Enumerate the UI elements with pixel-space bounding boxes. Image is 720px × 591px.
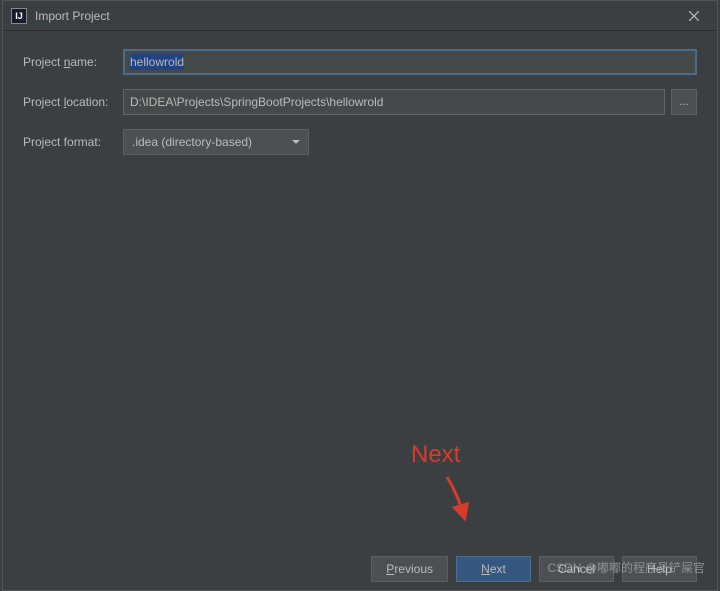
previous-button[interactable]: Previous [371, 556, 448, 582]
titlebar: IJ Import Project [3, 1, 717, 31]
project-location-input[interactable] [123, 89, 665, 115]
cancel-button[interactable]: Cancel [539, 556, 614, 582]
dialog-content: Project name: hellowrold Project locatio… [3, 31, 717, 187]
close-button[interactable] [679, 4, 709, 28]
import-project-dialog: IJ Import Project Project name: hellowro… [2, 0, 718, 591]
browse-button[interactable]: ... [671, 89, 697, 115]
window-title: Import Project [35, 9, 679, 23]
button-bar: Previous Next Cancel Help [371, 556, 697, 582]
project-name-label: Project name: [23, 55, 123, 69]
project-format-row: Project format: .idea (directory-based) [23, 129, 697, 155]
close-icon [689, 11, 699, 21]
project-name-row: Project name: hellowrold [23, 49, 697, 75]
annotation-arrow-icon [439, 473, 479, 533]
annotation-text: Next [411, 441, 460, 469]
app-icon: IJ [11, 8, 27, 24]
project-location-row: Project location: ... [23, 89, 697, 115]
project-format-dropdown[interactable]: .idea (directory-based) [123, 129, 309, 155]
chevron-down-icon [292, 140, 300, 144]
project-name-input[interactable]: hellowrold [123, 49, 697, 75]
project-format-selected: .idea (directory-based) [132, 135, 252, 149]
next-button[interactable]: Next [456, 556, 531, 582]
project-format-label: Project format: [23, 135, 123, 149]
project-location-label: Project location: [23, 95, 123, 109]
project-name-value: hellowrold [130, 54, 184, 70]
help-button[interactable]: Help [622, 556, 697, 582]
